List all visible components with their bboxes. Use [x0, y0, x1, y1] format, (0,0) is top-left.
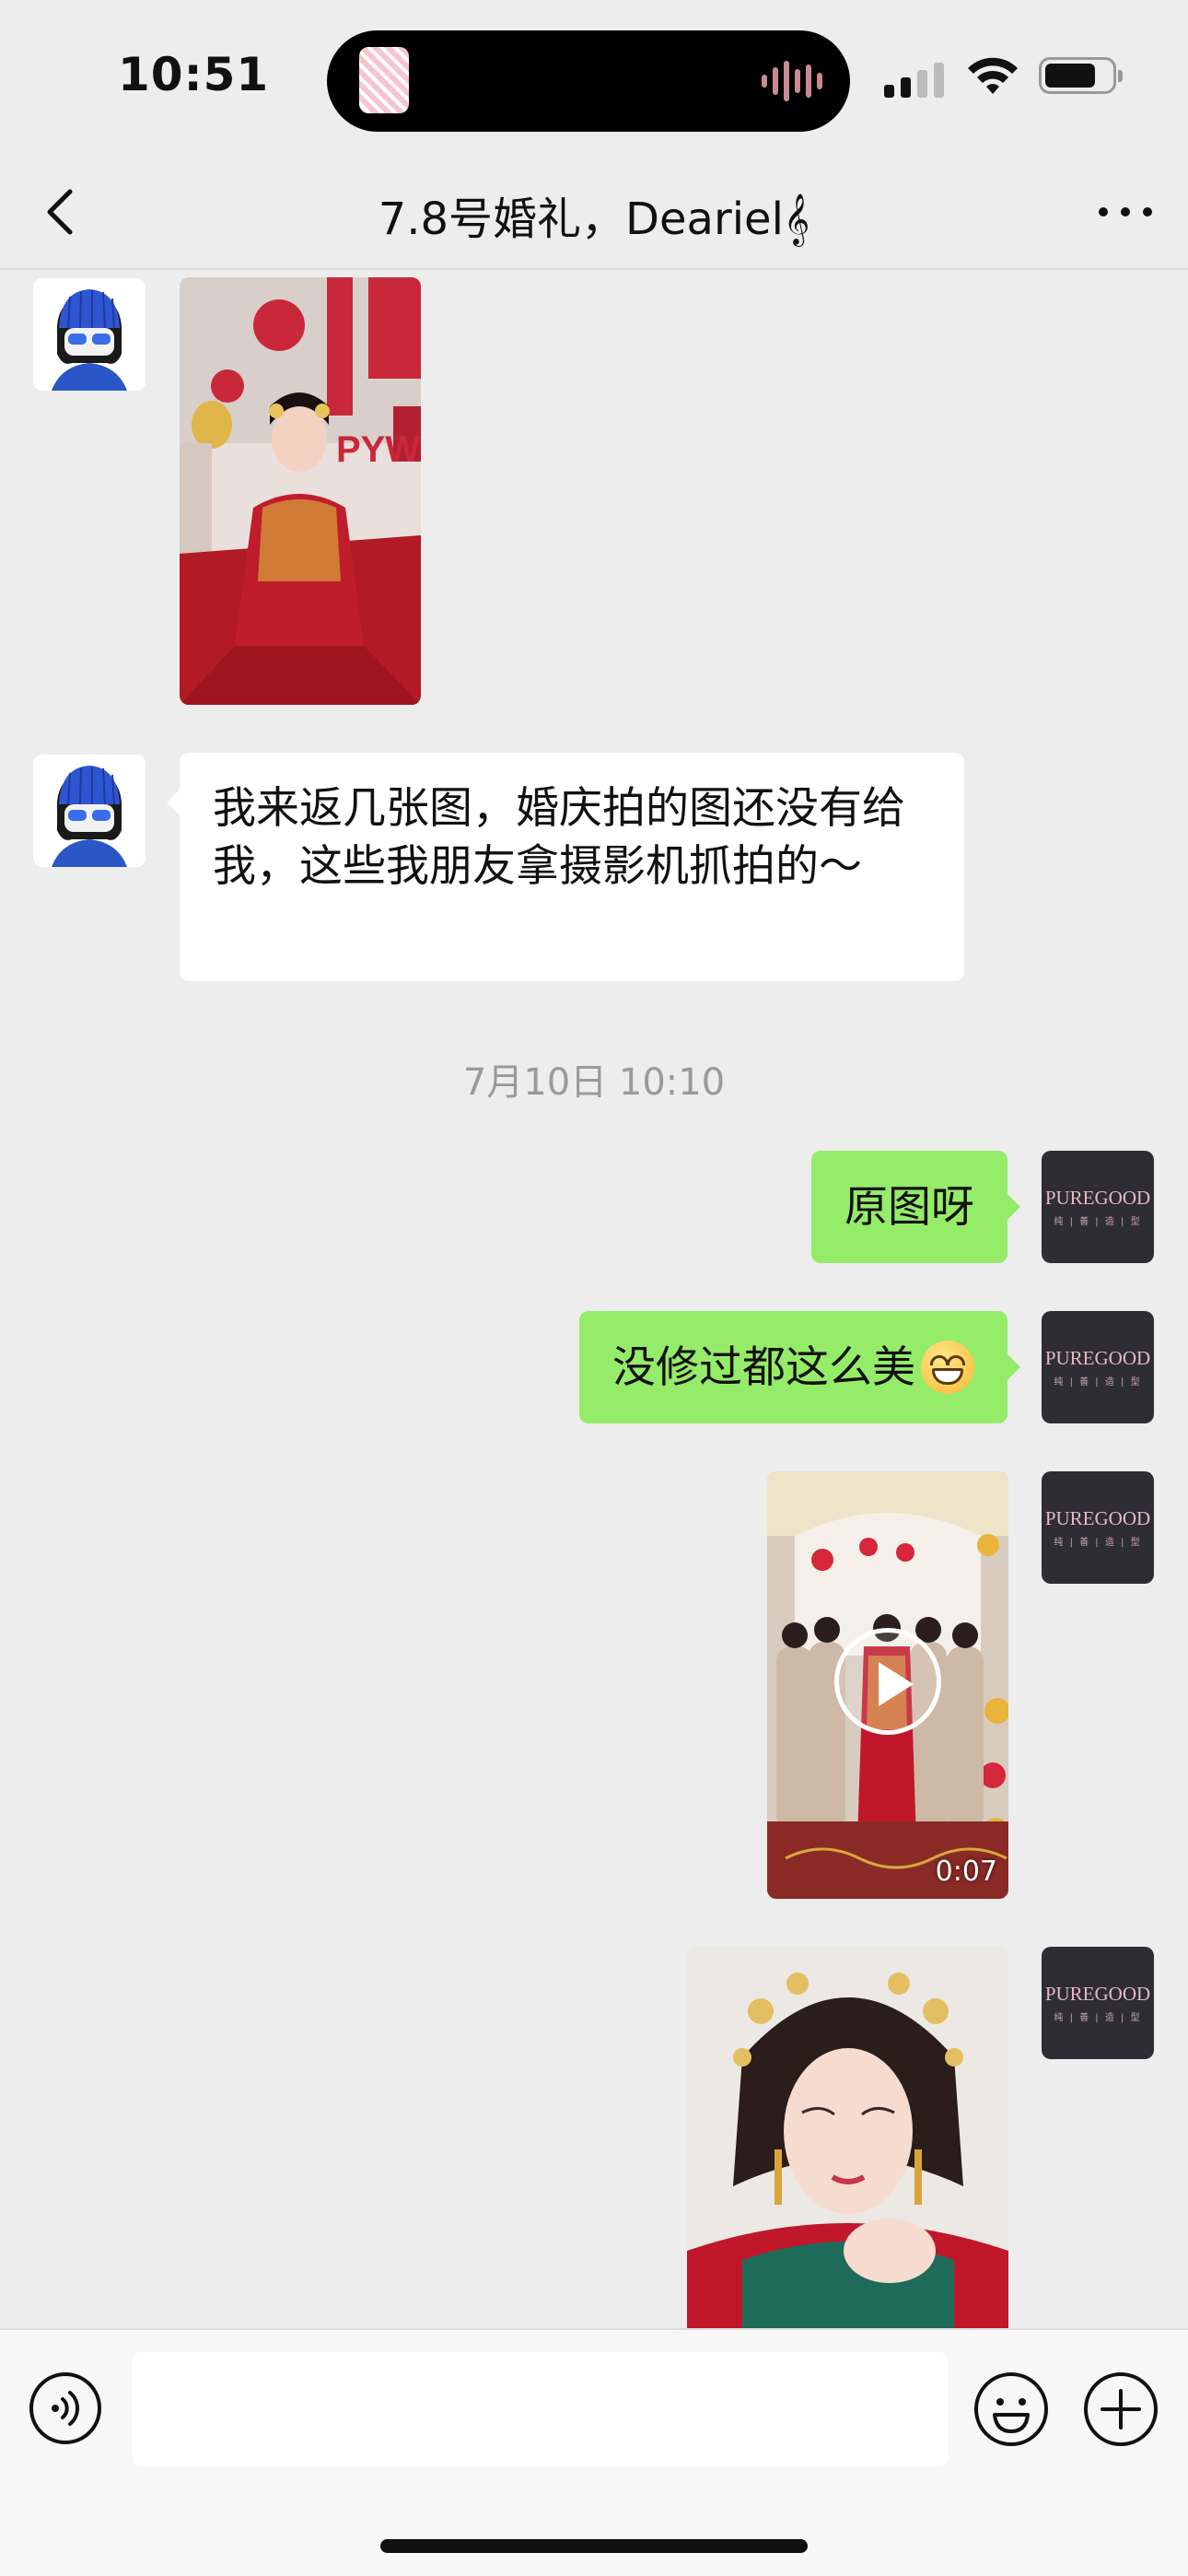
play-icon[interactable] — [834, 1628, 941, 1735]
voice-input-button[interactable] — [28, 2371, 103, 2446]
self-avatar[interactable]: PUREGOOD 纯 | 善 | 造 | 型 — [1042, 1471, 1154, 1584]
video-message[interactable]: 0:07 — [767, 1471, 1008, 1899]
message-input[interactable] — [133, 2352, 949, 2466]
chat-nav-bar: 7.8号婚礼，Deariel𝄞 — [0, 157, 1188, 270]
audio-waveform-icon — [762, 58, 822, 104]
contact-avatar[interactable] — [33, 278, 146, 391]
contact-avatar[interactable] — [33, 755, 146, 867]
photo-message-bride[interactable]: PYW — [180, 277, 421, 705]
home-indicator[interactable] — [380, 2539, 808, 2553]
outgoing-text-bubble[interactable]: 原图呀 — [811, 1151, 1020, 1263]
grinning-emoji-icon — [921, 1341, 974, 1394]
battery-icon — [1039, 57, 1123, 94]
outgoing-text-bubble[interactable]: 没修过都这么美 — [579, 1311, 1020, 1423]
dynamic-island[interactable] — [327, 30, 850, 132]
emoji-button[interactable] — [973, 2371, 1050, 2448]
photo-message-bride-portrait[interactable] — [687, 1947, 1008, 2328]
message-text: 没修过都这么美 — [612, 1341, 915, 1393]
incoming-text-bubble[interactable]: 我来返几张图，婚庆拍的图还没有给我，这些我朋友拿摄影机抓拍的～ — [167, 753, 964, 981]
svg-text:PYW: PYW — [336, 429, 420, 470]
status-bar: 10:51 — [0, 0, 1188, 157]
add-attachment-button[interactable] — [1082, 2371, 1159, 2448]
message-timestamp: 7月10日 10:10 — [462, 1061, 726, 1104]
wifi-icon — [968, 57, 1018, 94]
more-options-button[interactable] — [1089, 184, 1162, 240]
back-button[interactable] — [35, 184, 90, 240]
chat-title: 7.8号婚礼，Deariel𝄞 — [378, 193, 810, 245]
status-time: 10:51 — [118, 48, 270, 101]
video-duration: 0:07 — [935, 1856, 997, 1888]
island-album-art — [359, 47, 409, 113]
cellular-signal-icon — [884, 63, 944, 98]
self-avatar[interactable]: PUREGOOD 纯 | 善 | 造 | 型 — [1042, 1151, 1154, 1263]
self-avatar[interactable]: PUREGOOD 纯 | 善 | 造 | 型 — [1042, 1311, 1154, 1423]
self-avatar[interactable]: PUREGOOD 纯 | 善 | 造 | 型 — [1042, 1947, 1154, 2059]
